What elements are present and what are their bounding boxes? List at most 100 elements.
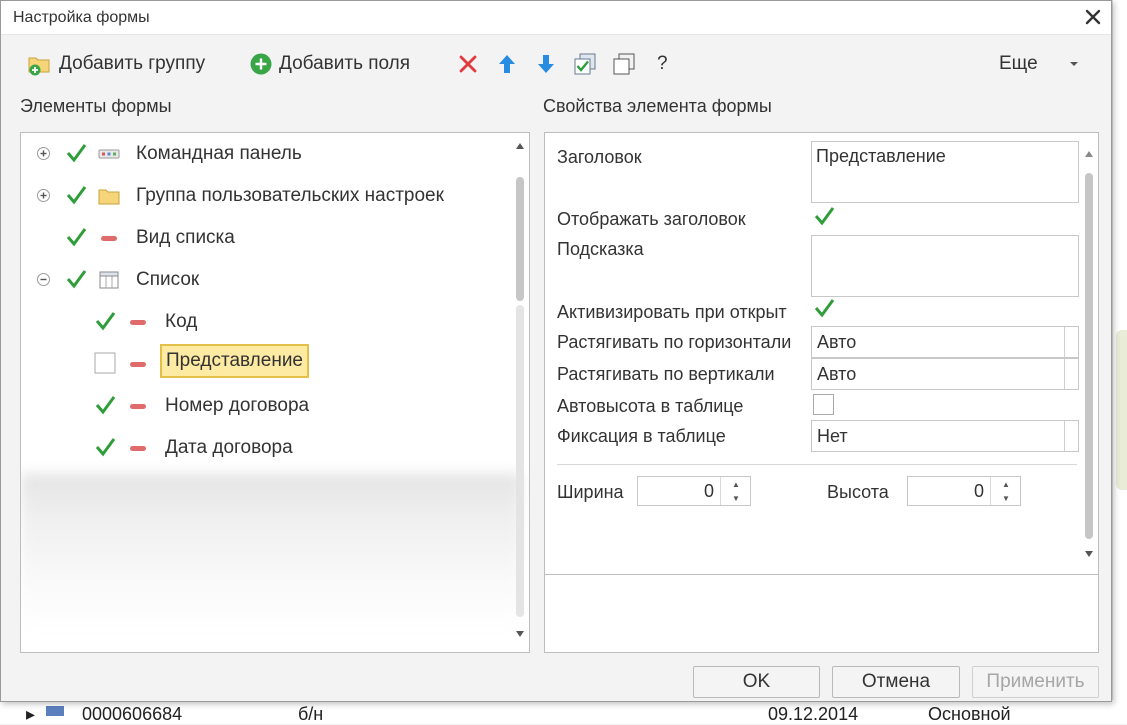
tree-item-label: Группа пользовательских настроек xyxy=(136,185,444,206)
expand-icon[interactable] xyxy=(36,146,51,161)
help-button[interactable]: ? xyxy=(657,45,668,83)
tree-item-label: Командная панель xyxy=(136,143,302,164)
row-type: б/н xyxy=(298,704,324,724)
ok-button[interactable]: OK xyxy=(693,666,820,698)
table-icon xyxy=(99,271,119,289)
fix-in-table-value: Нет xyxy=(817,426,848,446)
fix-in-table-label: Фиксация в таблице xyxy=(557,426,726,446)
checkbox-unchecked[interactable] xyxy=(94,352,116,374)
checkbox-checked[interactable] xyxy=(94,394,116,416)
tree-scrollbar[interactable] xyxy=(511,133,529,652)
uncheck-all-button[interactable] xyxy=(611,51,637,77)
dropdown-button[interactable] xyxy=(1064,421,1078,451)
caption-field[interactable]: Представление xyxy=(811,141,1079,203)
show-caption-checkbox[interactable] xyxy=(813,205,835,227)
dropdown-button[interactable] xyxy=(1064,327,1078,357)
form-elements-tree[interactable]: Командная панель Группа пользовательских … xyxy=(20,132,530,653)
move-up-button[interactable] xyxy=(494,51,520,77)
tree-item[interactable]: Представление xyxy=(21,343,511,385)
show-caption-label: Отображать заголовок xyxy=(557,209,746,229)
row-date: 09.12.2014 xyxy=(768,704,859,724)
tree-item-label: Код xyxy=(165,311,198,332)
add-group-label: Добавить группу xyxy=(59,53,206,74)
title-bar: Настройка формы xyxy=(1,1,1111,35)
apply-button[interactable]: Применить xyxy=(972,666,1099,698)
uncheck-all-icon xyxy=(613,53,635,75)
tree-item[interactable]: Код xyxy=(21,301,511,343)
spin-down-icon[interactable]: ▼ xyxy=(721,491,751,505)
tree-item-label: Дата договора xyxy=(165,437,293,458)
scroll-down-icon[interactable] xyxy=(1084,549,1094,559)
more-label: Еще xyxy=(999,53,1038,74)
field-icon xyxy=(130,362,146,367)
scroll-thumb[interactable] xyxy=(516,177,524,301)
checkbox-checked[interactable] xyxy=(65,268,87,290)
check-all-button[interactable] xyxy=(572,51,598,77)
properties-scrollbar[interactable] xyxy=(1082,143,1096,563)
row-expand-icon: ▸ xyxy=(26,704,36,724)
command-bar-icon xyxy=(98,149,120,159)
add-fields-label: Добавить поля xyxy=(279,53,411,74)
document-icon xyxy=(46,706,64,716)
width-spinner[interactable]: 0 ▲ ▼ xyxy=(637,476,751,506)
tree-item[interactable]: Вид списка xyxy=(21,217,511,259)
spin-up-icon[interactable]: ▲ xyxy=(721,477,751,491)
stretch-horizontal-select[interactable]: Авто xyxy=(811,326,1079,358)
tree-item[interactable]: Группа пользовательских настроек xyxy=(21,175,511,217)
toolbar: Добавить группу Добавить поля ? Еще xyxy=(1,45,1111,85)
row-number: 0000606684 xyxy=(82,704,183,724)
add-fields-button[interactable]: Добавить поля xyxy=(249,45,410,83)
dropdown-button[interactable] xyxy=(1064,359,1078,389)
blurred-region xyxy=(21,473,521,633)
expand-icon[interactable] xyxy=(36,188,51,203)
checkbox-checked[interactable] xyxy=(65,226,87,248)
folder-add-icon xyxy=(28,57,50,76)
spin-down-icon[interactable]: ▼ xyxy=(991,491,1021,505)
move-up-icon xyxy=(499,55,515,73)
checkbox-checked[interactable] xyxy=(94,436,116,458)
activate-checkbox[interactable] xyxy=(813,297,835,319)
plus-circle-icon xyxy=(250,53,272,75)
form-elements-title: Элементы формы xyxy=(20,96,172,116)
stretch-horizontal-value: Авто xyxy=(817,332,857,352)
delete-button[interactable] xyxy=(455,51,481,77)
scroll-down-icon[interactable] xyxy=(515,629,525,639)
collapse-icon[interactable] xyxy=(36,272,51,287)
tree-item[interactable]: Командная панель xyxy=(21,133,511,175)
checkbox-checked[interactable] xyxy=(65,184,87,206)
autoheight-label: Автовысота в таблице xyxy=(557,396,744,416)
spin-arrows[interactable]: ▲ ▼ xyxy=(990,477,1020,505)
tree-item-label: Список xyxy=(136,269,200,290)
scroll-up-icon[interactable] xyxy=(1084,149,1094,159)
activate-label: Активизировать при открыт xyxy=(557,302,787,322)
properties-footer-divider xyxy=(545,574,1098,575)
stretch-vertical-select[interactable]: Авто xyxy=(811,358,1079,390)
move-down-icon xyxy=(538,55,554,73)
checkbox-checked[interactable] xyxy=(94,310,116,332)
spin-arrows[interactable]: ▲ ▼ xyxy=(720,477,750,505)
help-label: ? xyxy=(657,53,668,74)
tree-item[interactable]: Список xyxy=(21,259,511,301)
height-spinner[interactable]: 0 ▲ ▼ xyxy=(907,476,1021,506)
move-down-button[interactable] xyxy=(533,51,559,77)
delete-icon xyxy=(459,55,477,73)
checkbox-checked[interactable] xyxy=(65,142,87,164)
width-label: Ширина xyxy=(557,482,624,502)
scroll-thumb[interactable] xyxy=(1085,173,1093,539)
tree-item[interactable]: Дата договора xyxy=(21,427,511,469)
autoheight-checkbox[interactable] xyxy=(813,394,834,415)
add-group-button[interactable]: Добавить группу xyxy=(27,45,205,83)
fix-in-table-select[interactable]: Нет xyxy=(811,420,1079,452)
divider xyxy=(557,464,1077,465)
cancel-button[interactable]: Отмена xyxy=(832,666,960,698)
background-window-edge xyxy=(1112,0,1127,700)
height-value: 0 xyxy=(973,481,984,501)
scroll-track[interactable] xyxy=(516,305,524,617)
spin-up-icon[interactable]: ▲ xyxy=(991,477,1021,491)
tree-item-label: Представление xyxy=(160,344,309,378)
close-icon[interactable] xyxy=(1081,5,1105,29)
tree-item[interactable]: Номер договора xyxy=(21,385,511,427)
hint-field[interactable] xyxy=(811,235,1079,297)
scroll-up-icon[interactable] xyxy=(515,141,525,151)
more-menu-button[interactable]: Еще xyxy=(999,45,1080,83)
